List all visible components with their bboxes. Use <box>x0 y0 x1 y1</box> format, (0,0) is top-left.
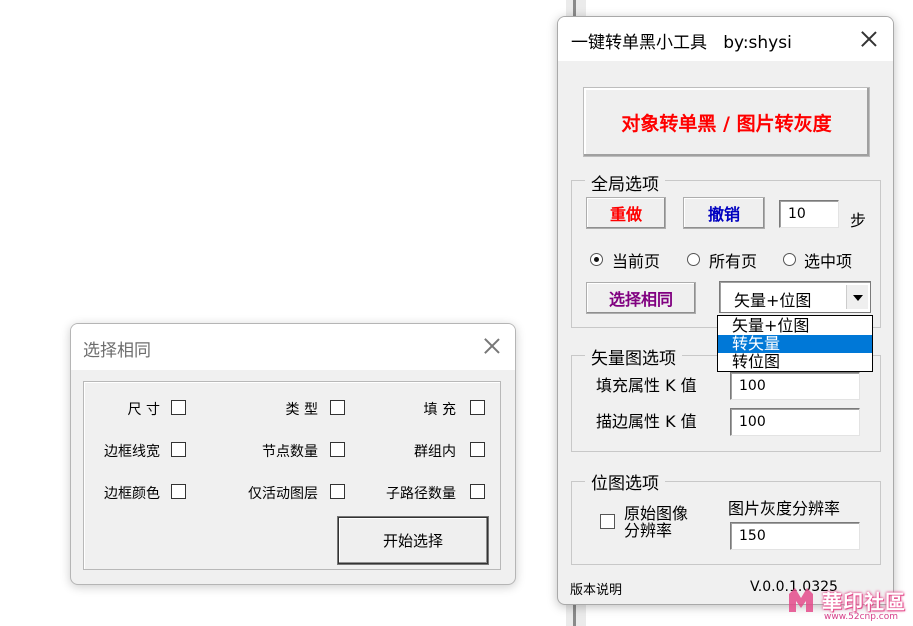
steps-input[interactable]: 10 <box>779 200 839 228</box>
radio-current-page-label: 当前页 <box>612 252 661 271</box>
gray-resolution-label: 图片灰度分辨率 <box>728 499 841 518</box>
fill-k-label: 填充属性 K 值 <box>596 376 697 395</box>
watermark-url: www.52cnp.com <box>824 612 899 622</box>
dropdown-option-vector-bitmap[interactable]: 矢量+位图 <box>718 317 872 335</box>
redo-button[interactable]: 重做 <box>586 197 666 229</box>
checkbox-fill[interactable] <box>470 400 485 415</box>
checkbox-in-group[interactable] <box>470 442 485 457</box>
version-notes-link[interactable]: 版本说明 <box>570 579 622 598</box>
mode-combobox[interactable]: 矢量+位图 <box>719 281 871 313</box>
fill-k-input[interactable]: 100 <box>730 372 860 400</box>
combo-value: 矢量+位图 <box>734 291 812 310</box>
chevron-down-icon[interactable] <box>846 285 868 309</box>
steps-unit: 步 <box>850 211 867 230</box>
convert-black-gray-button[interactable]: 对象转单黑 / 图片转灰度 <box>583 87 870 157</box>
stroke-k-label: 描边属性 K 值 <box>596 412 697 431</box>
select-same-button[interactable]: 选择相同 <box>586 282 696 314</box>
option-label-size: 尺 寸 <box>127 402 160 418</box>
select-same-titlebar[interactable]: 选择相同 <box>71 324 515 370</box>
select-same-window: 选择相同 尺 寸 类 型 填 充 边框线宽 节点数量 群组内 边框颜色 仅活动图… <box>70 323 516 585</box>
original-resolution-checkbox[interactable] <box>600 514 615 529</box>
select-same-options-panel: 尺 寸 类 型 填 充 边框线宽 节点数量 群组内 边框颜色 仅活动图层 子路径… <box>83 381 501 570</box>
vector-options-label: 矢量图选项 <box>585 344 682 369</box>
radio-selected-items[interactable] <box>783 253 796 266</box>
original-resolution-label-2: 分辨率 <box>624 521 673 540</box>
start-select-button[interactable]: 开始选择 <box>338 517 488 564</box>
undo-button[interactable]: 撤销 <box>683 197 765 229</box>
option-label-type: 类 型 <box>285 402 318 418</box>
radio-current-page[interactable] <box>590 253 603 266</box>
checkbox-active-layer[interactable] <box>330 484 345 499</box>
option-label-border-width: 边框线宽 <box>104 444 160 460</box>
dropdown-option-vector[interactable]: 转矢量 <box>718 335 872 353</box>
bitmap-options-label: 位图选项 <box>585 469 665 494</box>
checkbox-border-color[interactable] <box>171 484 186 499</box>
radio-all-pages-label: 所有页 <box>709 252 758 271</box>
main-window: 一键转单黑小工具 by:shysi 对象转单黑 / 图片转灰度 全局选项 重做 … <box>557 16 894 605</box>
checkbox-border-width[interactable] <box>171 442 186 457</box>
global-options-label: 全局选项 <box>585 170 665 195</box>
main-window-title: 一键转单黑小工具 by:shysi <box>571 33 792 53</box>
option-label-border-color: 边框颜色 <box>104 486 160 502</box>
watermark-text: 華印社區 <box>822 590 906 614</box>
option-label-subpath-count: 子路径数量 <box>386 486 456 502</box>
gray-resolution-input[interactable]: 150 <box>730 522 860 550</box>
option-label-active-layer: 仅活动图层 <box>248 486 318 502</box>
option-label-fill: 填 充 <box>423 402 456 418</box>
option-label-node-count: 节点数量 <box>262 444 318 460</box>
checkbox-node-count[interactable] <box>330 442 345 457</box>
checkbox-type[interactable] <box>330 400 345 415</box>
select-same-close-icon[interactable] <box>482 336 502 356</box>
radio-all-pages[interactable] <box>687 253 700 266</box>
watermark-logo-icon <box>789 588 813 612</box>
option-label-in-group: 群组内 <box>414 444 456 460</box>
main-titlebar[interactable]: 一键转单黑小工具 by:shysi <box>558 17 893 61</box>
main-close-icon[interactable] <box>859 29 879 49</box>
mode-dropdown-list: 矢量+位图 转矢量 转位图 <box>717 315 873 372</box>
select-same-title: 选择相同 <box>83 341 151 361</box>
original-resolution-label-1: 原始图像 <box>624 504 689 523</box>
stroke-k-input[interactable]: 100 <box>730 408 860 436</box>
dropdown-option-bitmap[interactable]: 转位图 <box>718 353 872 371</box>
checkbox-subpath-count[interactable] <box>470 484 485 499</box>
radio-selected-items-label: 选中项 <box>804 252 853 271</box>
checkbox-size[interactable] <box>171 400 186 415</box>
